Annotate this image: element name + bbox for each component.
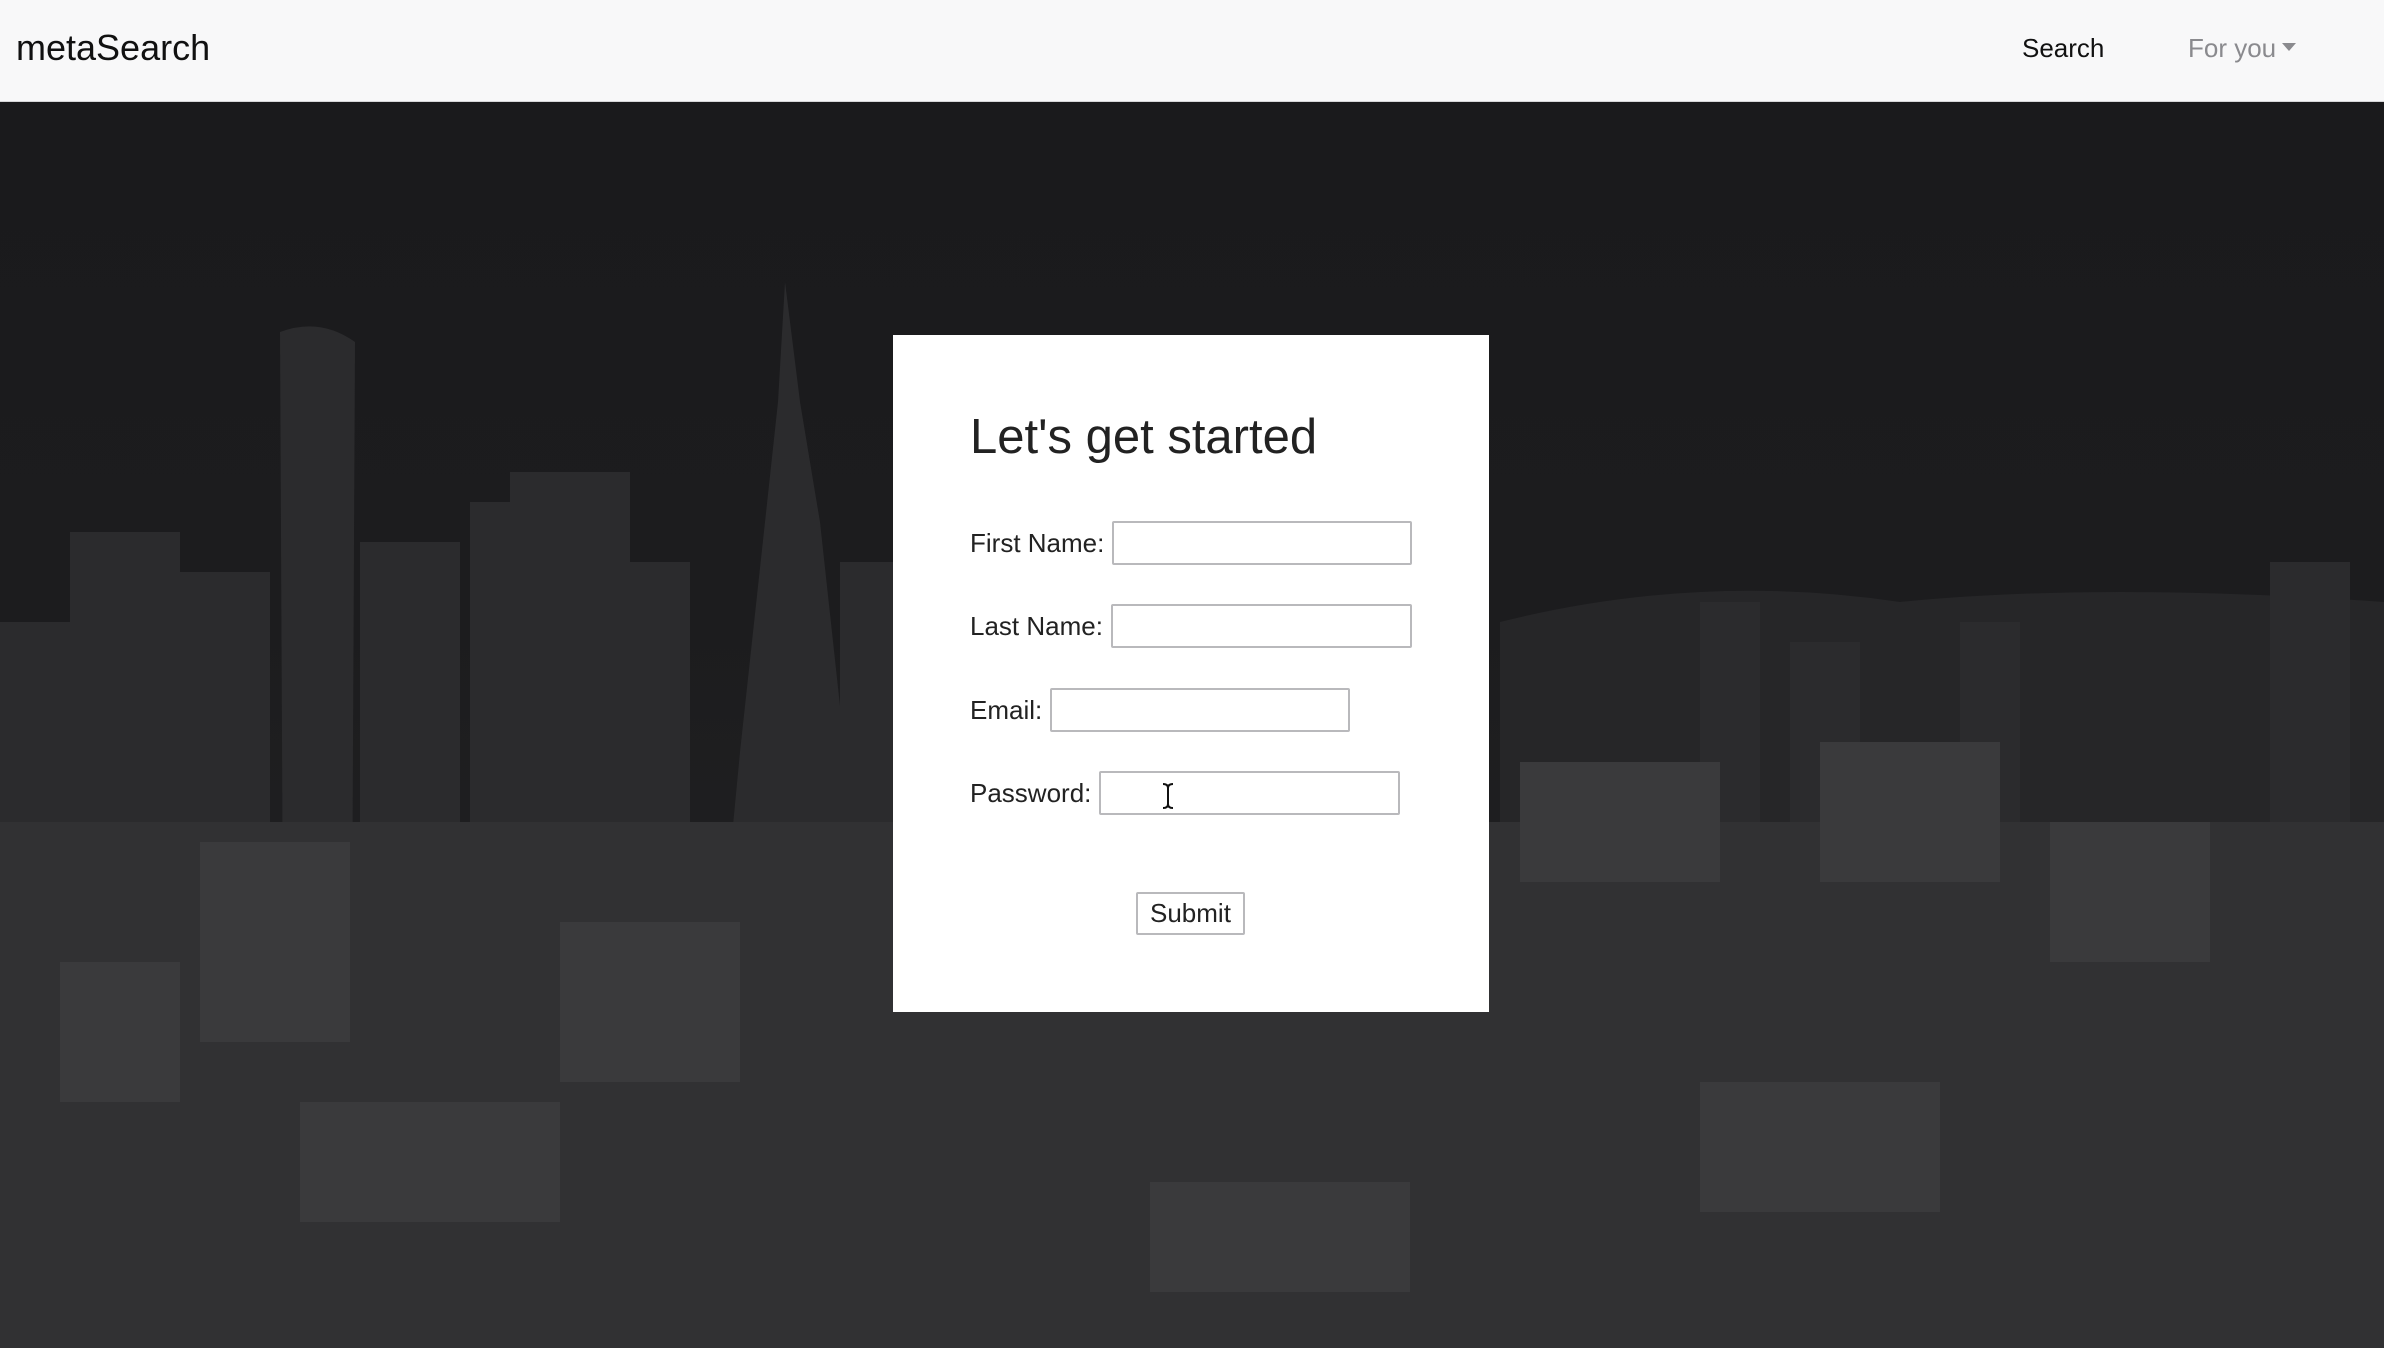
caret-down-icon [2282, 43, 2297, 51]
password-label: Password: [970, 777, 1092, 808]
city-background-hero: Let's get started First Name: Last Name:… [0, 102, 2384, 1348]
top-navbar: metaSearch Search For you [0, 0, 2384, 102]
form-title: Let's get started [970, 410, 1318, 464]
nav-dropdown-label: For you [2188, 33, 2277, 63]
password-row: Password: [970, 770, 1401, 816]
last-name-row: Last Name: [970, 603, 1412, 649]
email-row: Email: [970, 687, 1351, 733]
first-name-row: First Name: [970, 520, 1413, 566]
nav-dropdown-for-you[interactable]: For you [2188, 30, 2297, 66]
brand-logo[interactable]: metaSearch [16, 24, 210, 72]
email-label: Email: [970, 694, 1043, 725]
nav-link-search[interactable]: Search [2022, 30, 2104, 66]
last-name-label: Last Name: [970, 610, 1103, 641]
password-input[interactable] [1099, 771, 1401, 815]
email-input[interactable] [1050, 688, 1351, 732]
first-name-input[interactable] [1112, 521, 1413, 565]
submit-button[interactable]: Submit [1136, 892, 1245, 935]
signup-card: Let's get started First Name: Last Name:… [893, 335, 1489, 1012]
first-name-label: First Name: [970, 527, 1105, 558]
last-name-input[interactable] [1110, 604, 1412, 648]
